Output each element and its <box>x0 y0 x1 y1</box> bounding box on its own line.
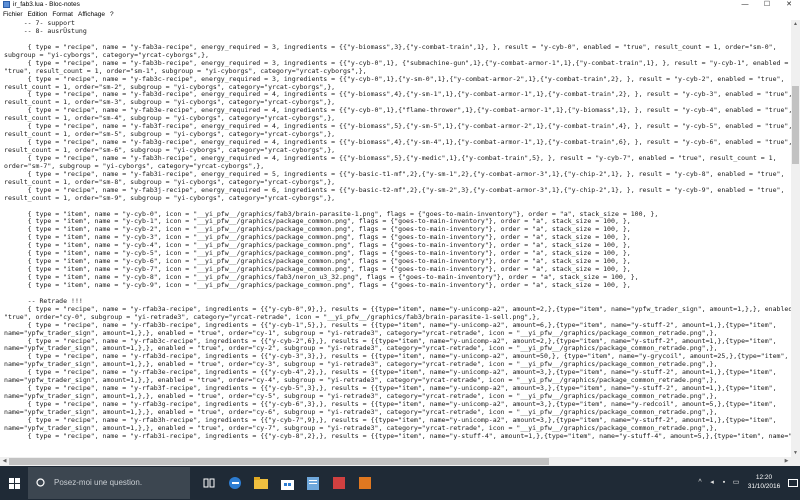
notepad-taskbar-icon[interactable] <box>300 466 326 500</box>
search-placeholder: Posez-moi une question. <box>54 478 143 487</box>
keyboard-icon[interactable]: ▭ <box>730 466 742 500</box>
scrollbar-corner <box>791 457 800 466</box>
scroll-right-arrow-icon[interactable]: ▶ <box>782 457 791 466</box>
search-box[interactable]: Posez-moi une question. <box>28 467 190 499</box>
edge-icon[interactable] <box>222 466 248 500</box>
text-editor[interactable]: -- 7- support -- 8- ausrÜstung { type = … <box>0 20 791 457</box>
vertical-scrollbar[interactable]: ▲ ▼ <box>791 20 800 457</box>
horizontal-scrollbar[interactable]: ◀ ▶ <box>0 457 791 466</box>
clock-time: 12:20 <box>755 474 773 481</box>
file-explorer-icon[interactable] <box>248 466 274 500</box>
notification-icon[interactable] <box>786 466 800 500</box>
task-view-icon[interactable] <box>196 466 222 500</box>
code-line[interactable]: { type = "item", name = "y-cyb-9", icon … <box>4 281 791 290</box>
menu-help[interactable]: ? <box>107 10 116 20</box>
notepad-icon <box>3 1 10 8</box>
maximize-button[interactable]: ☐ <box>756 0 778 10</box>
vertical-scroll-thumb[interactable] <box>792 86 799 164</box>
app-icon[interactable] <box>326 466 352 500</box>
title-bar: ir_fab3.lua - Bloc-notes — ☐ ✕ <box>0 0 800 10</box>
clock-date: 31/10/2016 <box>747 483 781 490</box>
cortana-icon <box>36 478 45 487</box>
menu-affichage[interactable]: Affichage <box>75 10 107 20</box>
editor-text[interactable]: -- 7- support -- 8- ausrÜstung { type = … <box>0 20 791 441</box>
scroll-left-arrow-icon[interactable]: ◀ <box>0 457 9 466</box>
chevron-up-icon[interactable]: ^ <box>694 466 706 500</box>
volume-icon[interactable]: ◂ <box>706 466 718 500</box>
code-line[interactable] <box>4 290 791 298</box>
windows-logo-icon <box>8 477 20 489</box>
horizontal-scroll-thumb[interactable] <box>9 458 549 465</box>
start-button[interactable] <box>0 466 28 500</box>
code-line[interactable]: -- 8- ausrÜstung <box>4 27 791 36</box>
code-line[interactable]: -- 7- support <box>4 20 791 28</box>
system-tray: ^ ◂ ▪ ▭ 12:20 31/10/2016 <box>694 466 800 500</box>
code-line[interactable]: result_count = 1, order="sm-9", subgroup… <box>4 194 791 203</box>
close-button[interactable]: ✕ <box>778 0 800 10</box>
menu-edition[interactable]: Edition <box>25 10 50 20</box>
code-line[interactable]: { type = "recipe", name = "y-rfab3i-reci… <box>4 432 791 441</box>
menu-fichier[interactable]: Fichier <box>0 10 25 20</box>
minimize-button[interactable]: — <box>734 0 756 10</box>
clock[interactable]: 12:20 31/10/2016 <box>742 466 786 500</box>
menu-format[interactable]: Format <box>49 10 75 20</box>
scroll-down-arrow-icon[interactable]: ▼ <box>791 449 800 457</box>
window-title: ir_fab3.lua - Bloc-notes <box>13 1 80 8</box>
taskbar: Posez-moi une question. ^ ◂ ▪ ▭ 12:20 31… <box>0 466 800 500</box>
store-icon[interactable] <box>274 466 300 500</box>
network-icon[interactable]: ▪ <box>718 466 730 500</box>
app-icon[interactable] <box>352 466 378 500</box>
taskbar-apps <box>196 466 378 500</box>
window-controls: — ☐ ✕ <box>734 0 800 10</box>
menu-bar: Fichier Edition Format Affichage ? <box>0 10 800 20</box>
scroll-up-arrow-icon[interactable]: ▲ <box>791 20 800 28</box>
